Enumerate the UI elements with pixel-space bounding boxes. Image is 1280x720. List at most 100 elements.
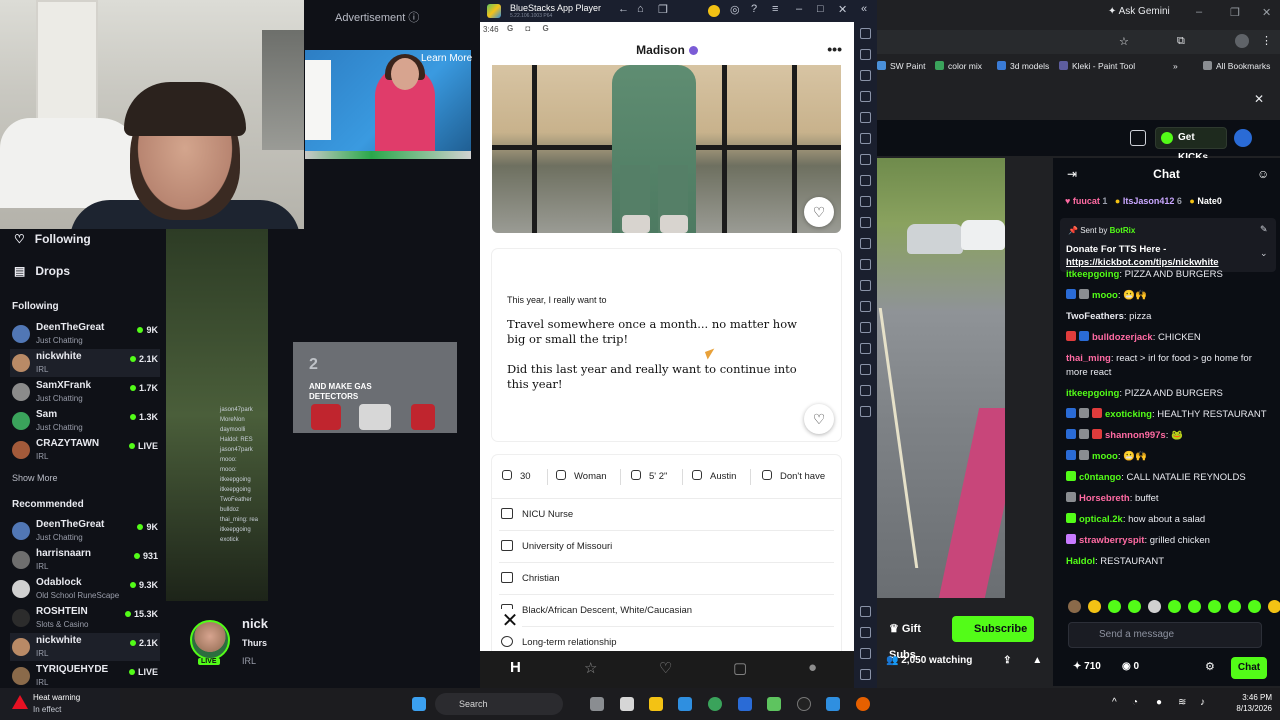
streamer-info[interactable]: LIVE nick Thurs IRL	[190, 612, 280, 672]
chevron-down-icon[interactable]: ⌄	[1260, 248, 1268, 259]
sync-icon[interactable]	[860, 385, 871, 396]
unpin-icon[interactable]: ✎	[1260, 224, 1268, 235]
recommended-channel[interactable]: harrisnaarn IRL 931	[10, 546, 160, 574]
minimize-icon[interactable]: –	[1196, 6, 1202, 18]
following-channel[interactable]: SamXFrank Just Chatting 1.7K	[10, 378, 160, 406]
notes-icon[interactable]	[738, 697, 752, 711]
eco-mode-icon[interactable]	[860, 259, 871, 270]
recommended-channel[interactable]: DeenTheGreat Just Chatting 9K	[10, 517, 160, 545]
matches-tab-icon[interactable]: ▢	[733, 659, 747, 677]
bookmark-3d-models[interactable]: 3d models	[997, 61, 1049, 71]
following-channel[interactable]: DeenTheGreat Just Chatting 9K	[10, 320, 160, 348]
recommended-channel[interactable]: nickwhite IRL 2.1K	[10, 633, 160, 661]
ad-video-gas-detectors[interactable]: 2 AND MAKE GAS DETECTORS	[293, 342, 457, 433]
bookmark-color-mix[interactable]: color mix	[935, 61, 982, 71]
discover-tab-icon[interactable]: H	[510, 659, 521, 676]
chrome-icon[interactable]	[708, 697, 722, 711]
chat-settings-icon[interactable]: ⚙	[1205, 660, 1215, 673]
minimize-icon[interactable]: –	[796, 3, 802, 15]
recommended-channel[interactable]: TYRIQUEHYDE IRL LIVE	[10, 662, 160, 690]
streamer-name[interactable]: nick	[242, 616, 268, 631]
tray-overflow-icon[interactable]: ^	[1112, 697, 1117, 708]
stream-category[interactable]: IRL	[242, 656, 256, 666]
keyboard-icon[interactable]	[860, 70, 871, 81]
back-icon[interactable]: ←	[618, 3, 629, 15]
chat-send-button[interactable]: Chat	[1231, 657, 1267, 679]
streamer-avatar[interactable]	[190, 620, 230, 660]
restore-icon[interactable]: ❐	[1230, 6, 1240, 19]
copy-icon[interactable]	[860, 301, 871, 312]
get-kicks-button[interactable]: Get KICKs	[1155, 127, 1227, 163]
recommended-channel[interactable]: ROSHTEIN Slots & Casino 15.3K	[10, 604, 160, 632]
ad-banner[interactable]	[305, 50, 471, 159]
store-icon[interactable]	[678, 697, 692, 711]
subscribe-button[interactable]: Subscribe	[952, 616, 1034, 642]
points-count[interactable]: ✦ 710	[1073, 661, 1101, 672]
volume-icon[interactable]	[860, 49, 871, 60]
all-bookmarks[interactable]: All Bookmarks	[1203, 61, 1270, 71]
stream-video[interactable]	[877, 158, 1005, 598]
more-options-icon[interactable]: •••	[827, 41, 842, 57]
heat-warning-widget[interactable]: Heat warning In effect	[0, 688, 120, 720]
paint-icon[interactable]	[826, 697, 840, 711]
firefox-icon[interactable]	[856, 697, 870, 711]
emote-icon[interactable]	[1228, 600, 1241, 613]
maximize-icon[interactable]: □	[817, 3, 824, 15]
record-icon[interactable]	[860, 175, 871, 186]
bookmark-sw-paint[interactable]: SW Paint	[877, 61, 925, 71]
macro-icon[interactable]	[860, 112, 871, 123]
nav-drops[interactable]: ▤ Drops	[14, 264, 70, 278]
extensions-icon[interactable]: ⧉	[1177, 35, 1185, 48]
share-icon[interactable]: ⇪	[1003, 655, 1011, 666]
emote-icon[interactable]	[1188, 600, 1201, 613]
bluestacks-taskbar-icon[interactable]	[767, 697, 781, 711]
emote-icon[interactable]	[1248, 600, 1261, 613]
like-prompt-button[interactable]: ♡	[804, 404, 834, 434]
menu-icon[interactable]: ≡	[772, 3, 778, 15]
emote-icon[interactable]	[1128, 600, 1141, 613]
airplane-icon[interactable]	[860, 280, 871, 291]
multitask-icon[interactable]: ❐	[658, 3, 668, 16]
user-avatar[interactable]	[1234, 129, 1252, 147]
recent-apps-icon[interactable]	[860, 669, 871, 680]
chat-message-input[interactable]: Send a message	[1068, 622, 1262, 648]
gamepad-icon[interactable]	[860, 91, 871, 102]
following-channel[interactable]: Sam Just Chatting 1.3K	[10, 407, 160, 435]
wifi-icon[interactable]: ≋	[1178, 697, 1186, 708]
close-icon[interactable]: ✕	[1262, 6, 1271, 19]
mic-icon[interactable]: ●	[1156, 697, 1162, 708]
expand-icon[interactable]	[860, 406, 871, 417]
dismiss-button[interactable]: ✕	[498, 609, 522, 633]
taskbar-clock[interactable]: 3:46 PM 8/13/2026	[1224, 692, 1272, 714]
webcam-video[interactable]	[0, 0, 304, 229]
volume-icon[interactable]: ♪	[1200, 697, 1205, 708]
start-icon[interactable]	[412, 697, 426, 711]
account-icon[interactable]: ◎	[730, 3, 740, 16]
layers-icon[interactable]	[860, 364, 871, 375]
address-bar[interactable]: ☆ ⧉ ⋮	[877, 30, 1280, 54]
shake-icon[interactable]	[860, 196, 871, 207]
rotate-icon[interactable]	[860, 133, 871, 144]
bookmark-kleki[interactable]: Kleki - Paint Tool	[1059, 61, 1135, 71]
following-channel[interactable]: nickwhite IRL 2.1K	[10, 349, 160, 377]
notepad-icon[interactable]	[620, 697, 634, 711]
collapse-sidebar-icon[interactable]: «	[861, 3, 867, 15]
bookmarks-overflow-icon[interactable]: »	[1173, 61, 1178, 71]
back-nav-icon[interactable]	[860, 627, 871, 638]
obs-icon[interactable]	[797, 697, 811, 711]
gift-subs-button[interactable]: ♛ Gift Subs	[877, 616, 947, 661]
likes-tab-icon[interactable]: ♡	[659, 659, 672, 677]
emote-icon[interactable]	[1208, 600, 1221, 613]
following-channel[interactable]: CRAZYTAWN IRL LIVE	[10, 436, 160, 464]
emote-icon[interactable]	[1068, 600, 1081, 613]
standouts-tab-icon[interactable]: ☆	[584, 659, 597, 677]
screenshot-icon[interactable]	[860, 154, 871, 165]
ask-gemini-button[interactable]: ✦ Ask Gemini	[1108, 6, 1170, 17]
erase-icon[interactable]	[860, 322, 871, 333]
location-sidebar-icon[interactable]	[860, 343, 871, 354]
kicks-count[interactable]: ◉ 0	[1122, 661, 1139, 672]
help-icon[interactable]: ?	[751, 3, 757, 15]
emote-icon[interactable]	[1108, 600, 1121, 613]
apk-icon[interactable]	[860, 217, 871, 228]
chat-users-icon[interactable]: ☺	[1257, 167, 1269, 181]
